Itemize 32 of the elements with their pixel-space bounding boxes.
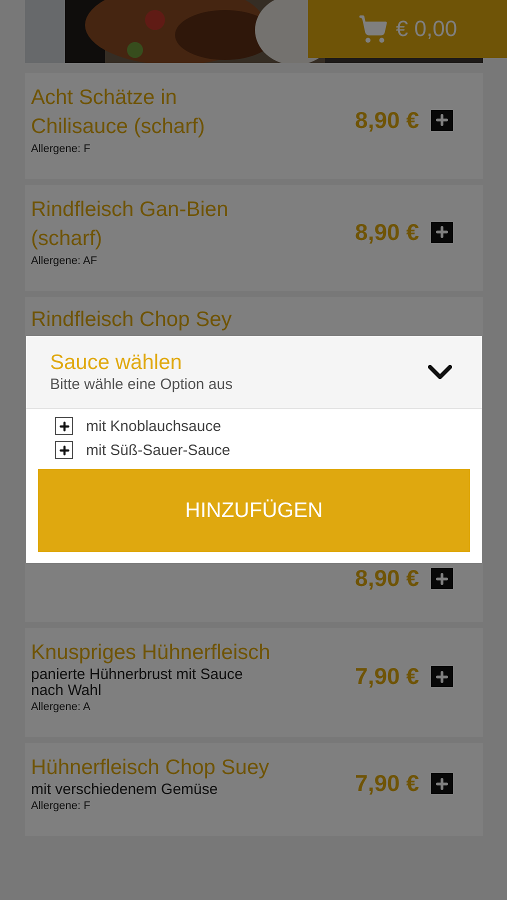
- allergen-info: Allergene: F: [31, 142, 92, 157]
- dish-price: 8,90 €: [355, 106, 419, 134]
- add-icon[interactable]: [431, 222, 453, 242]
- dish-price: 7,90 €: [355, 663, 419, 690]
- add-icon[interactable]: [431, 666, 453, 687]
- cart-total: € 0,00: [396, 16, 458, 42]
- option-label[interactable]: mit Knoblauchsauce: [86, 418, 222, 434]
- option-label[interactable]: mit Süß-Sauer-Sauce: [86, 442, 230, 458]
- dish-price: 7,90 €: [355, 770, 419, 797]
- dish-description: mit verschiedenem Gemüse: [31, 782, 219, 798]
- allergen-info: Allergene: A: [31, 700, 92, 715]
- add-icon[interactable]: [431, 773, 453, 794]
- dish-name: Knuspriges Hühnerfleisch: [31, 640, 271, 666]
- allergen-info: Allergene: F: [31, 799, 92, 814]
- add-option-button[interactable]: [55, 417, 73, 435]
- dialog-subtitle: Bitte wähle eine Option aus: [50, 376, 233, 394]
- dish-name: Acht Schätze in Chilisauce (scharf): [31, 85, 206, 140]
- dish-price: 8,90 €: [355, 218, 419, 246]
- add-icon[interactable]: [431, 110, 453, 130]
- dish-name: Rindfleisch Chop Sey: [31, 307, 233, 333]
- dialog-header[interactable]: Sauce wählen Bitte wähle eine Option aus: [26, 336, 482, 409]
- plus-icon: [58, 420, 70, 432]
- dish-name: Rindfleisch Gan-Bien (scharf): [31, 197, 230, 252]
- dish-name: Hühnerfleisch Chop Suey: [31, 755, 270, 781]
- dialog-title: Sauce wählen: [50, 350, 183, 376]
- dish-description: panierte Hühnerbrust mit Sauce nach Wahl: [31, 667, 244, 699]
- dish-price: 8,90 €: [355, 565, 419, 592]
- plus-icon: [58, 444, 70, 456]
- allergen-info: Allergene: AF: [31, 254, 98, 269]
- cart-icon: [358, 14, 388, 44]
- add-option-button[interactable]: [55, 441, 73, 459]
- add-icon[interactable]: [431, 568, 453, 589]
